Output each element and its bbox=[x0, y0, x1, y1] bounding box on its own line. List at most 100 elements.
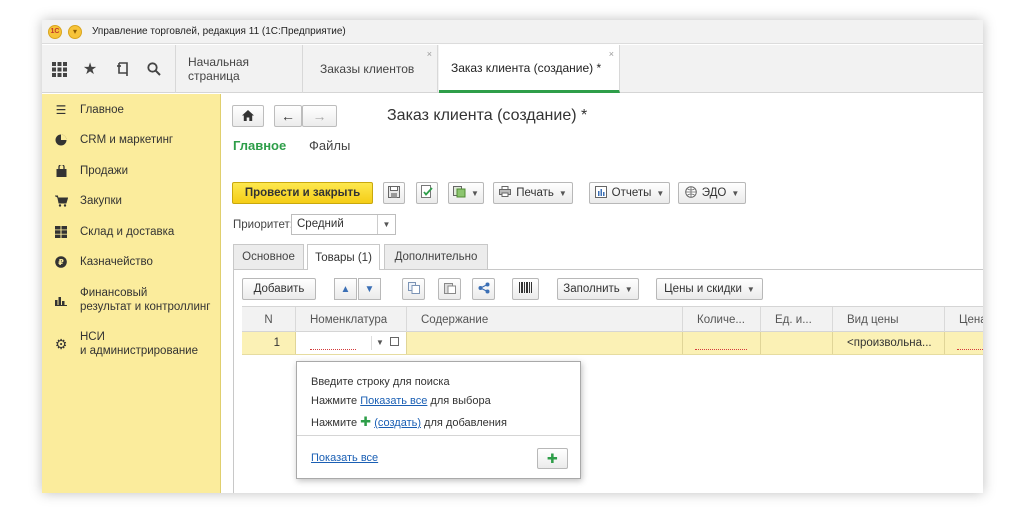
tab-client-order-create[interactable]: Заказ клиента (создание) * × bbox=[439, 45, 620, 93]
create-link[interactable]: (создать) bbox=[374, 417, 421, 429]
popup-text: для добавления bbox=[421, 417, 507, 429]
section-files[interactable]: Файлы bbox=[309, 138, 350, 153]
add-row-button[interactable]: Добавить bbox=[242, 278, 316, 300]
split-row-button[interactable] bbox=[472, 278, 495, 300]
sidebar-item-label: Продажи bbox=[80, 165, 129, 177]
sidebar-item-sales[interactable]: Продажи bbox=[42, 164, 221, 178]
prices-discounts-button[interactable]: Цены и скидки ▼ bbox=[656, 278, 763, 300]
show-all-link[interactable]: Показать все bbox=[311, 452, 378, 464]
sidebar: ☰ Главное CRM и маркетинг Продажи Закупк… bbox=[42, 94, 221, 493]
edo-button[interactable]: ЭДО ▼ bbox=[678, 182, 746, 204]
show-all-link[interactable]: Показать все bbox=[360, 395, 427, 407]
create-based-on-button[interactable]: ▼ bbox=[448, 182, 484, 204]
move-down-button[interactable]: ▼ bbox=[358, 278, 381, 300]
open-form-icon[interactable] bbox=[390, 337, 399, 346]
star-icon[interactable]: ★ bbox=[79, 58, 101, 80]
sidebar-item-admin[interactable]: ⚙ НСИ и администрирование bbox=[42, 330, 221, 358]
goods-table-header: N Номенклатура Содержание Количе... Ед. … bbox=[242, 306, 983, 332]
column-nomenclature[interactable]: Номенклатура bbox=[296, 307, 407, 332]
window-title: Управление торговлей, редакция 11 (1С:Пр… bbox=[92, 26, 346, 37]
sidebar-item-main[interactable]: ☰ Главное bbox=[42, 103, 221, 117]
forward-button[interactable]: → bbox=[302, 105, 337, 127]
app-window: 1С ▾ Управление торговлей, редакция 11 (… bbox=[42, 20, 983, 493]
tab-client-orders[interactable]: Заказы клиентов × bbox=[308, 45, 438, 93]
tab-additional[interactable]: Дополнительно bbox=[384, 244, 488, 269]
cell-unit[interactable] bbox=[761, 332, 833, 354]
chevron-down-icon[interactable]: ▼ bbox=[371, 336, 384, 350]
required-underline bbox=[957, 349, 983, 350]
arrow-up-icon: ▲ bbox=[340, 283, 351, 295]
fill-button[interactable]: Заполнить ▼ bbox=[557, 278, 639, 300]
sidebar-item-crm[interactable]: CRM и маркетинг bbox=[42, 133, 221, 147]
save-button[interactable] bbox=[383, 182, 405, 204]
popup-create-hint: Нажмите ✚ (создать) для добавления bbox=[311, 414, 507, 430]
move-up-button[interactable]: ▲ bbox=[334, 278, 357, 300]
required-underline bbox=[310, 349, 356, 350]
close-icon[interactable]: × bbox=[427, 49, 432, 59]
post-and-close-button[interactable]: Провести и закрыть bbox=[232, 182, 373, 204]
cell-price-type[interactable]: <произвольна... bbox=[833, 332, 945, 354]
paste-row-button[interactable] bbox=[438, 278, 461, 300]
column-quantity[interactable]: Количе... bbox=[683, 307, 761, 332]
copy-row-button[interactable] bbox=[402, 278, 425, 300]
title-bar: 1С ▾ Управление торговлей, редакция 11 (… bbox=[42, 20, 983, 44]
reports-button[interactable]: Отчеты ▼ bbox=[589, 182, 670, 204]
sidebar-item-label: Казначейство bbox=[80, 256, 153, 268]
search-icon[interactable] bbox=[143, 58, 165, 80]
chevron-down-icon: ▼ bbox=[746, 284, 755, 294]
add-new-button[interactable]: ✚ bbox=[537, 448, 568, 469]
column-price-type[interactable]: Вид цены bbox=[833, 307, 945, 332]
table-row[interactable]: 1 ▼ <произвольна... bbox=[242, 332, 983, 355]
documents-green-icon bbox=[453, 185, 466, 201]
chevron-down-icon: ▼ bbox=[624, 284, 633, 294]
chevron-down-icon[interactable]: ▼ bbox=[377, 215, 395, 234]
sidebar-item-label: НСИ и администрирование bbox=[80, 331, 199, 357]
cell-quantity[interactable] bbox=[683, 332, 761, 354]
popup-hint-line: Введите строку для поиска bbox=[311, 376, 450, 388]
bar-chart-icon bbox=[54, 293, 68, 307]
back-button[interactable]: ← bbox=[274, 105, 302, 127]
sidebar-item-label: Главное bbox=[80, 104, 124, 116]
arrow-left-icon: ← bbox=[281, 108, 295, 124]
sidebar-item-label: Закупки bbox=[80, 195, 122, 207]
cell-price[interactable] bbox=[945, 332, 983, 354]
tab-basic[interactable]: Основное bbox=[233, 244, 304, 269]
cell-content[interactable] bbox=[407, 332, 683, 354]
barcode-button[interactable] bbox=[512, 278, 539, 300]
popup-text: Нажмите bbox=[311, 395, 361, 407]
chevron-down-icon: ▼ bbox=[731, 188, 740, 198]
prices-label: Цены и скидки bbox=[664, 283, 742, 295]
column-price[interactable]: Цена bbox=[945, 307, 983, 332]
sidebar-item-label: Склад и доставка bbox=[80, 226, 175, 238]
cart-icon bbox=[54, 194, 68, 208]
home-icon bbox=[242, 108, 254, 124]
main-menu-icon[interactable]: ▾ bbox=[68, 24, 82, 39]
popup-divider bbox=[297, 435, 580, 436]
arrow-down-icon: ▼ bbox=[364, 283, 375, 295]
fill-label: Заполнить bbox=[563, 283, 620, 295]
home-button[interactable] bbox=[232, 105, 264, 127]
sidebar-item-treasury[interactable]: ₽ Казначейство bbox=[42, 255, 221, 269]
tab-home[interactable]: Начальная страница bbox=[175, 45, 303, 93]
column-unit[interactable]: Ед. и... bbox=[761, 307, 833, 332]
history-icon[interactable] bbox=[112, 58, 134, 80]
column-content[interactable]: Содержание bbox=[407, 307, 683, 332]
nomenclature-input[interactable]: ▼ bbox=[296, 332, 407, 354]
chevron-down-icon: ▼ bbox=[471, 188, 479, 198]
apps-grid-icon[interactable] bbox=[48, 58, 70, 80]
tab-goods[interactable]: Товары (1) bbox=[307, 244, 380, 270]
sidebar-item-warehouse[interactable]: Склад и доставка bbox=[42, 225, 221, 239]
close-icon[interactable]: × bbox=[609, 49, 614, 59]
paste-icon bbox=[443, 282, 456, 297]
form-area: ← → Заказ клиента (создание) * Главное Ф… bbox=[222, 94, 983, 493]
plus-icon: ✚ bbox=[360, 414, 372, 429]
print-button[interactable]: Печать ▼ bbox=[493, 182, 573, 204]
top-toolbar: ★ Начальная страница Заказы клиентов × З… bbox=[42, 45, 983, 93]
column-n[interactable]: N bbox=[242, 307, 296, 332]
sidebar-item-finance[interactable]: Финансовый результат и контроллинг bbox=[42, 286, 221, 314]
section-main[interactable]: Главное bbox=[233, 138, 286, 153]
arrow-right-icon: → bbox=[312, 108, 327, 124]
post-button[interactable] bbox=[416, 182, 438, 204]
sidebar-item-purchases[interactable]: Закупки bbox=[42, 194, 221, 208]
popup-text: Нажмите bbox=[311, 417, 361, 429]
